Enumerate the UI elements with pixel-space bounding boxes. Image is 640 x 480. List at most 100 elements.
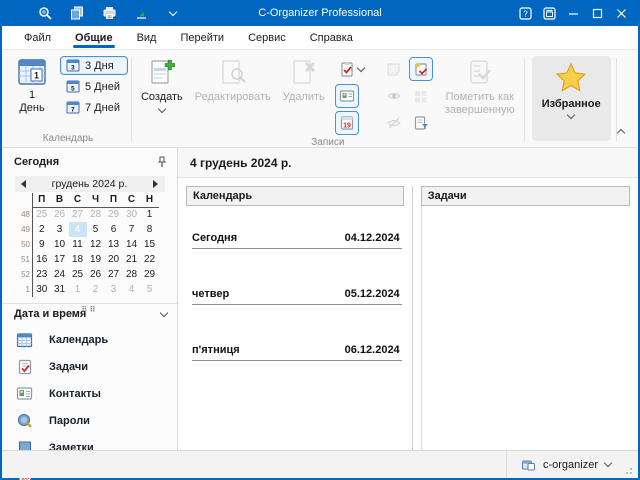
menu-item-2[interactable]: Вид xyxy=(127,26,167,49)
create-button[interactable]: Создать xyxy=(135,54,189,114)
calendar-day[interactable]: 24 xyxy=(51,267,69,282)
database-selector[interactable]: c-organizer xyxy=(506,451,625,478)
menu-item-5[interactable]: Справка xyxy=(300,26,363,49)
splitter-handle[interactable]: ⠿⠿ xyxy=(81,305,98,314)
calendar-day[interactable]: 5 xyxy=(87,222,105,237)
one-day-button[interactable]: 1 1День xyxy=(8,54,56,116)
pin-icon[interactable] xyxy=(157,156,167,168)
calendar-day[interactable]: 3 xyxy=(105,282,123,297)
calendar-day[interactable]: 30 xyxy=(123,207,141,222)
calendar-day[interactable]: 27 xyxy=(69,207,87,222)
pin-window-icon[interactable] xyxy=(538,4,560,22)
calendar-day[interactable]: 12 xyxy=(87,237,105,252)
calendar-day[interactable]: 25 xyxy=(33,207,51,222)
task-flag-icon[interactable] xyxy=(409,57,433,81)
search-icon[interactable] xyxy=(36,4,54,22)
calendar-day-row[interactable]: четвер05.12.2024 xyxy=(192,288,402,305)
calendar-panel-body[interactable]: Сегодня04.12.2024 четвер05.12.2024 п'ятниц… xyxy=(186,206,404,450)
hide-icon[interactable] xyxy=(382,111,406,135)
calendar-day[interactable]: 25 xyxy=(69,267,87,282)
delete-button[interactable]: Удалить xyxy=(277,54,331,106)
calendar-day[interactable]: 30 xyxy=(33,282,51,297)
calendar-day[interactable]: 2 xyxy=(33,222,51,237)
event-calendar-icon[interactable]: 19 xyxy=(335,111,359,135)
resize-grip[interactable] xyxy=(625,465,635,475)
menu-item-0[interactable]: Файл xyxy=(14,26,61,49)
day-view-button-2[interactable]: 77 Дней xyxy=(60,98,128,117)
create-chevron-icon xyxy=(158,104,166,112)
calendar-day[interactable]: 18 xyxy=(69,252,87,267)
calendar-day-row[interactable]: Сегодня04.12.2024 xyxy=(192,232,402,249)
calendar-day[interactable]: 5 xyxy=(141,282,159,297)
calendar-day[interactable]: 1 xyxy=(141,207,159,222)
mark-completed-button[interactable]: Пометить какзавершенную xyxy=(439,54,521,118)
contacts-icon xyxy=(16,385,33,402)
quick-access-toolbar xyxy=(2,4,202,22)
edit-button[interactable]: Редактировать xyxy=(189,54,277,106)
day-view-buttons: 33 Дня 55 Дней 77 Дней xyxy=(60,54,128,117)
calendar-day[interactable]: 28 xyxy=(123,267,141,282)
grid-icon[interactable] xyxy=(409,84,433,108)
calendar-day-row[interactable]: п'ятниця06.12.2024 xyxy=(192,344,402,361)
calendar-day[interactable]: 26 xyxy=(87,267,105,282)
sidebar-item-tasks[interactable]: Задачи xyxy=(2,353,177,380)
next-month-icon[interactable] xyxy=(153,180,158,188)
calendar-day[interactable]: 6 xyxy=(105,222,123,237)
favorites-button[interactable]: Избранное xyxy=(532,56,611,141)
datetime-section-header[interactable]: Дата и время ⠿⠿ xyxy=(2,303,177,322)
sidebar-item-contacts[interactable]: Контакты xyxy=(2,380,177,407)
calendar-day[interactable]: 14 xyxy=(123,237,141,252)
filter-icon[interactable] xyxy=(409,111,433,135)
calendar-day[interactable]: 1 xyxy=(69,282,87,297)
calendar-day[interactable]: 29 xyxy=(141,267,159,282)
calendar-day[interactable]: 21 xyxy=(123,252,141,267)
calendar-day[interactable]: 26 xyxy=(51,207,69,222)
clipboard-check-icon[interactable] xyxy=(335,57,369,81)
prev-month-icon[interactable] xyxy=(21,180,26,188)
print-icon[interactable] xyxy=(100,4,118,22)
import-icon[interactable] xyxy=(132,4,150,22)
menu-item-4[interactable]: Сервис xyxy=(238,26,296,49)
calendar-day[interactable]: 3 xyxy=(51,222,69,237)
sidebar-today-header: Сегодня xyxy=(2,148,177,174)
calendar-day[interactable]: 22 xyxy=(141,252,159,267)
calendar-day[interactable]: 9 xyxy=(33,237,51,252)
calendar-day[interactable]: 20 xyxy=(105,252,123,267)
contact-card-icon[interactable] xyxy=(335,84,359,108)
calendar-day[interactable]: 27 xyxy=(105,267,123,282)
day-view-button-1[interactable]: 55 Дней xyxy=(60,77,128,96)
close-icon[interactable] xyxy=(610,4,632,22)
calendar-day[interactable]: 29 xyxy=(105,207,123,222)
minimize-icon[interactable] xyxy=(562,4,584,22)
help-icon[interactable]: ? xyxy=(514,4,536,22)
calendar-day[interactable]: 28 xyxy=(87,207,105,222)
tasks-panel-body[interactable] xyxy=(421,206,630,450)
calendar-day[interactable]: 23 xyxy=(33,267,51,282)
calendar-day[interactable]: 15 xyxy=(141,237,159,252)
calendar-day[interactable]: 31 xyxy=(51,282,69,297)
sticky-note-icon[interactable] xyxy=(382,57,406,81)
calendar-day[interactable]: 19 xyxy=(87,252,105,267)
collapse-ribbon-icon[interactable] xyxy=(617,129,625,137)
calendar-day[interactable]: 4 xyxy=(123,282,141,297)
calendar-day[interactable]: 16 xyxy=(33,252,51,267)
calendar-day[interactable]: 13 xyxy=(105,237,123,252)
copy-icon[interactable] xyxy=(68,4,86,22)
calendar-day[interactable]: 11 xyxy=(69,237,87,252)
qat-chevron-down-icon[interactable] xyxy=(164,4,182,22)
maximize-icon[interactable] xyxy=(586,4,608,22)
mini-calendar-grid[interactable]: ПВСЧПСН 48252627282930149234567850910111… xyxy=(15,193,159,297)
calendar-day-selected[interactable]: 4 xyxy=(69,222,87,237)
menu-item-3[interactable]: Перейти xyxy=(170,26,234,49)
calendar-day[interactable]: 2 xyxy=(87,282,105,297)
calendar-day[interactable]: 17 xyxy=(51,252,69,267)
calendar-day[interactable]: 10 xyxy=(51,237,69,252)
calendar-day[interactable]: 7 xyxy=(123,222,141,237)
calendar-group-label: Календарь xyxy=(8,131,128,147)
sidebar-item-passwords[interactable]: Пароли xyxy=(2,407,177,434)
calendar-day[interactable]: 8 xyxy=(141,222,159,237)
menu-item-1[interactable]: Общие xyxy=(65,26,123,49)
day-view-button-0[interactable]: 33 Дня xyxy=(60,56,128,75)
sidebar-item-calendar[interactable]: Календарь xyxy=(2,326,177,353)
eye-icon[interactable] xyxy=(382,84,406,108)
